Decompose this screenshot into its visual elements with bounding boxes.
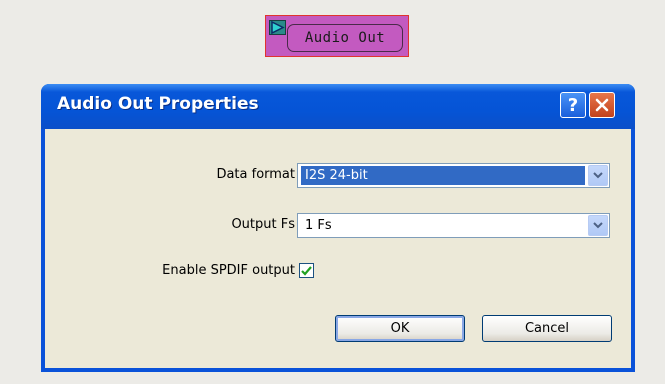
dialog-titlebar[interactable]: Audio Out Properties ? [41,84,635,129]
spdif-checkbox[interactable] [299,263,314,278]
ok-button[interactable]: OK [335,315,465,342]
chevron-down-icon[interactable] [588,165,608,186]
output-fs-value: 1 Fs [305,218,332,233]
close-button[interactable] [589,92,615,118]
dialog-title: Audio Out Properties [57,94,259,114]
output-fs-select[interactable]: 1 Fs [297,213,610,238]
checkmark-icon [301,265,312,276]
output-fs-label: Output Fs [231,217,295,232]
audio-out-block[interactable]: Audio Out [265,15,409,57]
block-label: Audio Out [287,24,403,52]
data-format-value: I2S 24-bit [301,166,585,185]
data-format-select[interactable]: I2S 24-bit [297,163,610,188]
cancel-button[interactable]: Cancel [482,315,612,342]
dialog-body: Data format I2S 24-bit Output Fs 1 Fs En… [45,129,631,368]
play-triangle-icon[interactable] [269,20,286,35]
help-button[interactable]: ? [560,92,586,118]
spdif-label: Enable SPDIF output [162,263,295,278]
properties-dialog: Audio Out Properties ? Data format I2S 2… [41,84,635,372]
data-format-label: Data format [216,167,295,182]
close-icon [595,98,609,112]
chevron-down-icon[interactable] [588,215,608,236]
help-icon: ? [567,94,579,116]
